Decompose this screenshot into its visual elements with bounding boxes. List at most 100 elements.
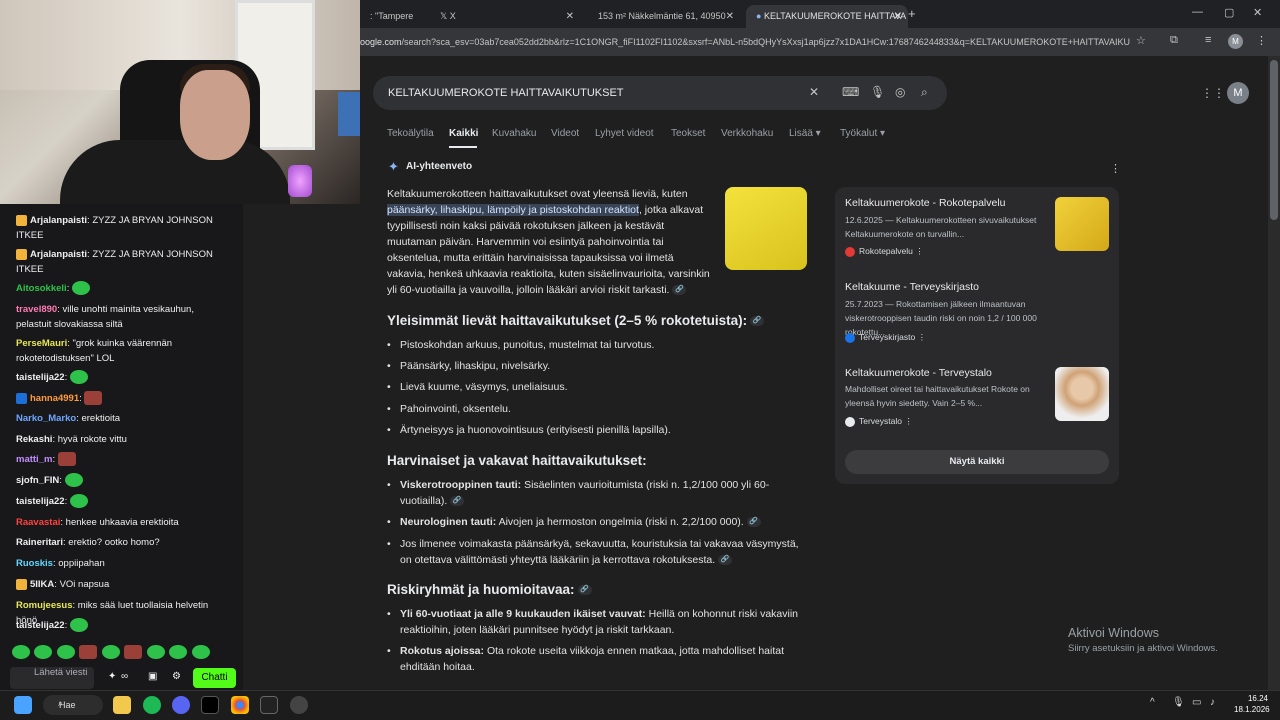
chat-text: hyvä rokote vittu — [57, 434, 127, 445]
minimize-icon[interactable]: — — [1192, 6, 1203, 18]
taskbar-search[interactable]: Hae — [43, 695, 103, 715]
tab-tampere[interactable]: : "Tampere — [360, 5, 428, 28]
chat-username[interactable]: taistelija22 — [16, 372, 65, 383]
subscriber-badge-icon — [16, 392, 27, 404]
citation-link-icon[interactable]: 🔗 — [577, 585, 592, 596]
tab-more[interactable]: Lisää ▾ — [789, 128, 821, 139]
chat-username[interactable]: 5IIKA — [30, 579, 54, 590]
maximize-icon[interactable]: ▢ — [1224, 6, 1234, 19]
chat-input[interactable]: Lähetä viesti — [10, 667, 94, 689]
source-site[interactable]: Rokotepalvelu ⋮ — [845, 246, 924, 257]
chat-username[interactable]: Narko_Marko — [16, 413, 76, 424]
list-item: Päänsärky, lihaskipu, nivelsärky. — [387, 358, 812, 374]
citation-link-icon[interactable]: 🔗 — [750, 316, 765, 327]
close-window-icon[interactable]: ✕ — [1253, 6, 1262, 19]
bookmark-star-icon[interactable]: ☆ — [1136, 34, 1146, 47]
chat-username[interactable]: Rekashi — [16, 434, 52, 445]
doctor-portrait-image[interactable] — [1055, 367, 1109, 421]
chat-username[interactable]: Aitosokkeli — [16, 283, 67, 294]
source-title[interactable]: Keltakuume - Terveyskirjasto — [845, 281, 979, 293]
chat-message: 5IIKA: VOi napsua — [16, 577, 230, 592]
close-tab-icon[interactable]: ✕ — [566, 5, 574, 28]
search-input[interactable]: KELTAKUUMEROKOTE HAITTAVAIKUTUKSET — [388, 76, 624, 110]
tab-web[interactable]: Verkkohaku — [721, 128, 773, 139]
tab-books[interactable]: Teokset — [671, 128, 705, 139]
keyboard-icon[interactable]: ⌨ — [842, 85, 859, 99]
chat-username[interactable]: sjofn_FIN — [16, 475, 59, 486]
chat-message: matti_m: — [16, 452, 230, 467]
tab-google-search[interactable]: ● KELTAKUUMEROKOTE HAITTAVA ✕ — [746, 5, 908, 28]
chat-message: taistelija22: — [16, 618, 230, 633]
show-all-button[interactable]: Näytä kaikki — [845, 450, 1109, 474]
app-icon[interactable] — [260, 696, 278, 714]
tab-tools[interactable]: Työkalut ▾ — [840, 128, 885, 139]
google-account-avatar[interactable]: M — [1227, 82, 1249, 104]
tab-ai-mode[interactable]: Tekoälytila — [387, 128, 434, 139]
chat-username[interactable]: matti_m — [16, 454, 52, 465]
chat-username[interactable]: PerseMauri — [16, 338, 67, 349]
chat-username[interactable]: Romujeesus — [16, 600, 73, 611]
source-title[interactable]: Keltakuumerokote - Terveystalo — [845, 367, 992, 379]
vaccination-certificate-image[interactable] — [725, 187, 807, 270]
chat-username[interactable]: Raineritari — [16, 537, 63, 548]
search-icon[interactable]: ⌕ — [921, 85, 928, 100]
citation-link-icon[interactable]: 🔗 — [672, 285, 687, 296]
discord-icon[interactable] — [172, 696, 190, 714]
scrollbar-thumb[interactable] — [1270, 60, 1278, 220]
tab-x[interactable]: 𝕏 X ✕ — [430, 5, 580, 28]
chat-text: erektio? ootko homo? — [68, 537, 160, 548]
chat-username[interactable]: hanna4991 — [30, 393, 79, 404]
chat-message: taistelija22: — [16, 494, 230, 509]
browser-profile-avatar[interactable]: M — [1228, 34, 1243, 49]
chat-username[interactable]: Arjalanpaisti — [30, 215, 87, 226]
browser-menu-icon[interactable]: ⋮ — [1256, 34, 1267, 47]
source-site[interactable]: Terveyskirjasto ⋮ — [845, 332, 926, 343]
address-bar[interactable]: oogle.com/search?sca_esv=03ab7cea052dd2b… — [360, 33, 1130, 51]
media-icon[interactable]: ≡ — [1205, 34, 1211, 46]
volume-icon[interactable]: ♪ — [1210, 697, 1215, 708]
tray-chevron-icon[interactable]: ^ — [1150, 697, 1155, 708]
list-item: Yli 60-vuotiaat ja alle 9 kuukauden ikäi… — [387, 606, 812, 638]
chat-username[interactable]: Arjalanpaisti — [30, 249, 87, 260]
tab-images[interactable]: Kuvahaku — [492, 128, 536, 139]
settings-gear-icon[interactable]: ⚙ — [172, 671, 181, 682]
points-icon[interactable]: ✦ — [108, 671, 116, 682]
chat-username[interactable]: Raavastai — [16, 517, 60, 528]
source-title[interactable]: Keltakuumerokote - Rokotepalvelu — [845, 197, 1006, 209]
chat-username[interactable]: Ruoskis — [16, 558, 53, 569]
list-item: Neurologinen tauti: Aivojen ja hermoston… — [387, 514, 812, 530]
citation-link-icon[interactable]: 🔗 — [746, 517, 761, 528]
emote-icon — [84, 391, 103, 406]
new-tab-button[interactable]: + — [908, 6, 916, 21]
chrome-icon[interactable] — [231, 696, 249, 714]
taskbar-clock[interactable]: 16.24 18.1.2026 — [1234, 693, 1270, 715]
clear-search-icon[interactable]: ✕ — [809, 85, 819, 99]
mosquito-image[interactable] — [1055, 197, 1109, 251]
file-explorer-icon[interactable] — [113, 696, 131, 714]
citation-link-icon[interactable]: 🔗 — [450, 496, 465, 507]
microphone-icon[interactable]: 🎙 — [870, 85, 885, 99]
chat-username[interactable]: taistelija22 — [16, 620, 65, 631]
windows-start-icon[interactable] — [14, 696, 32, 714]
ai-more-icon[interactable]: ⋮ — [1110, 162, 1121, 175]
chat-send-button[interactable]: Chatti — [193, 668, 236, 688]
obs-icon[interactable] — [290, 696, 308, 714]
gift-icon[interactable]: ▣ — [148, 671, 157, 682]
tab-videos[interactable]: Videot — [551, 128, 579, 139]
chat-username[interactable]: travel890 — [16, 304, 57, 315]
close-tab-icon[interactable]: ✕ — [726, 5, 734, 28]
tab-listing[interactable]: 153 m² Näkkelmäntie 61, 40950 ✕ — [588, 5, 740, 28]
apps-grid-icon[interactable]: ⋮⋮ — [1201, 86, 1225, 100]
mic-tray-icon[interactable]: 🎙 — [1172, 697, 1185, 708]
network-icon[interactable]: ▭ — [1192, 697, 1201, 708]
chat-username[interactable]: taistelija22 — [16, 496, 65, 507]
extensions-icon[interactable]: ⧉ — [1170, 34, 1178, 47]
tab-short-videos[interactable]: Lyhyet videot — [595, 128, 654, 139]
citation-link-icon[interactable]: 🔗 — [718, 555, 733, 566]
spotify-icon[interactable] — [143, 696, 161, 714]
lens-icon[interactable]: ◎ — [895, 85, 905, 99]
source-site[interactable]: Terveystalo ⋮ — [845, 416, 913, 427]
x-app-icon[interactable] — [201, 696, 219, 714]
tab-all[interactable]: Kaikki — [449, 128, 478, 139]
close-tab-icon[interactable]: ✕ — [894, 5, 902, 28]
